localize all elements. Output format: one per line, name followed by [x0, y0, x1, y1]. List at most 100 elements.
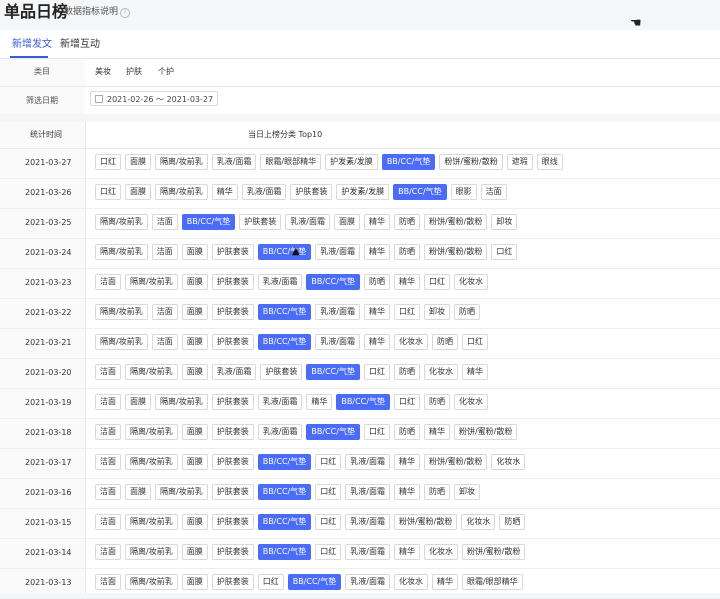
- category-tag-highlighted[interactable]: BB/CC/气垫: [336, 394, 390, 410]
- category-tag[interactable]: 乳液/面霜: [211, 154, 257, 170]
- category-tag[interactable]: 乳液/面霜: [211, 364, 257, 380]
- category-tag[interactable]: 防晒: [393, 214, 420, 230]
- data-metrics-help-link[interactable]: 数据指标说明?: [64, 6, 131, 18]
- category-tag[interactable]: 护肤套装: [211, 514, 254, 530]
- category-tag[interactable]: 护肤套装: [290, 184, 333, 200]
- category-tag[interactable]: 面膜: [333, 214, 360, 230]
- category-tag[interactable]: 防晒: [393, 244, 420, 260]
- category-tag[interactable]: 化妆水: [453, 274, 488, 290]
- category-tag[interactable]: 眼影: [450, 184, 477, 200]
- category-tag[interactable]: 精华: [393, 454, 420, 470]
- category-tag[interactable]: 洁面: [95, 544, 121, 560]
- category-tag[interactable]: 面膜: [181, 304, 208, 320]
- category-tag-highlighted[interactable]: BB/CC/气垫: [306, 424, 360, 440]
- category-tag[interactable]: 防晒: [363, 274, 390, 290]
- category-tag[interactable]: 护肤套装: [211, 304, 254, 320]
- category-tag[interactable]: 口红: [95, 184, 121, 200]
- category-tag[interactable]: 隔离/妆前乳: [95, 244, 148, 260]
- category-tag-highlighted[interactable]: BB/CC/气垫: [257, 514, 312, 530]
- category-tag[interactable]: 粉饼/蜜粉/散粉: [453, 424, 518, 440]
- category-tag[interactable]: 粉饼/蜜粉/散粉: [393, 514, 458, 530]
- category-tag[interactable]: 防晒: [453, 304, 480, 320]
- category-tag[interactable]: 精华: [363, 244, 390, 260]
- category-tag-highlighted[interactable]: BB/CC/气垫: [393, 184, 447, 200]
- category-tag[interactable]: 洁面: [95, 484, 121, 500]
- category-tag-highlighted[interactable]: BB/CC/气垫: [257, 544, 312, 560]
- category-tag[interactable]: 粉饼/蜜粉/散粉: [423, 454, 488, 470]
- category-tag[interactable]: 乳液/面霜: [345, 484, 390, 500]
- category-tag[interactable]: 洁面: [95, 424, 121, 440]
- category-tag[interactable]: 精华: [363, 334, 390, 350]
- category-tag[interactable]: 化妆水: [453, 394, 488, 410]
- category-tag[interactable]: 精华: [306, 394, 333, 410]
- category-tag-highlighted[interactable]: BB/CC/气垫: [257, 454, 312, 470]
- category-tag[interactable]: 口红: [315, 514, 342, 530]
- category-tag[interactable]: 护肤套装: [239, 214, 282, 230]
- category-tag[interactable]: 乳液/面霜: [241, 184, 287, 200]
- category-tag-highlighted[interactable]: BB/CC/气垫: [257, 334, 312, 350]
- category-tag[interactable]: 精华: [431, 574, 458, 590]
- category-tag[interactable]: 防晒: [431, 334, 458, 350]
- category-tag-highlighted[interactable]: BB/CC/气垫: [287, 574, 342, 590]
- category-tag[interactable]: 隔离/妆前乳: [125, 544, 178, 560]
- category-tag[interactable]: 乳液/面霜: [345, 574, 390, 590]
- category-tag[interactable]: 口红: [461, 334, 488, 350]
- category-tag[interactable]: 护肤套装: [211, 394, 254, 410]
- category-tag[interactable]: 洁面: [95, 514, 121, 530]
- category-tag-highlighted[interactable]: BB/CC/气垫: [381, 154, 436, 170]
- category-tag[interactable]: 面膜: [125, 154, 151, 170]
- category-tag[interactable]: 隔离/妆前乳: [125, 514, 178, 530]
- category-tag[interactable]: 洁面: [151, 304, 178, 320]
- category-tag[interactable]: 化妆水: [461, 514, 496, 530]
- category-tag[interactable]: 精华: [363, 214, 390, 230]
- category-tag[interactable]: 乳液/面霜: [315, 244, 360, 260]
- category-tag[interactable]: 眼线: [536, 154, 563, 170]
- category-tag[interactable]: 眼霜/眼部精华: [260, 154, 322, 170]
- category-tag[interactable]: 化妆水: [393, 574, 428, 590]
- category-tag[interactable]: 洁面: [95, 274, 121, 290]
- category-tag[interactable]: 隔离/妆前乳: [125, 274, 178, 290]
- category-tag[interactable]: 面膜: [181, 514, 208, 530]
- category-tag[interactable]: 精华: [461, 364, 488, 380]
- category-tag-highlighted[interactable]: BB/CC/气垫: [257, 484, 312, 500]
- category-tag[interactable]: 乳液/面霜: [345, 544, 390, 560]
- category-tag[interactable]: 面膜: [181, 334, 208, 350]
- category-tag[interactable]: 口红: [315, 454, 342, 470]
- category-tag[interactable]: 面膜: [125, 184, 151, 200]
- category-tag[interactable]: 隔离/妆前乳: [155, 184, 208, 200]
- category-tag[interactable]: 洁面: [95, 574, 121, 590]
- tab-new-posts[interactable]: 新增发文: [12, 38, 52, 52]
- category-tag[interactable]: 遮瑕: [506, 154, 533, 170]
- category-tag[interactable]: 乳液/面霜: [257, 274, 303, 290]
- category-tag[interactable]: 精华: [393, 484, 420, 500]
- category-tag[interactable]: 隔离/妆前乳: [125, 574, 178, 590]
- category-tag[interactable]: 洁面: [95, 454, 121, 470]
- category-tag[interactable]: 防晒: [393, 424, 420, 440]
- category-tag[interactable]: 洁面: [151, 214, 178, 230]
- question-circle-icon[interactable]: ?: [120, 8, 131, 18]
- category-tag[interactable]: 精华: [393, 274, 420, 290]
- category-tag[interactable]: 护肤套装: [211, 484, 254, 500]
- category-tag[interactable]: 乳液/面霜: [345, 514, 390, 530]
- category-tag[interactable]: 隔离/妆前乳: [125, 424, 178, 440]
- category-tag[interactable]: 护肤套装: [211, 334, 254, 350]
- category-tag-highlighted[interactable]: BB/CC/气垫: [306, 274, 360, 290]
- category-tag[interactable]: 口红: [393, 304, 420, 320]
- category-tag[interactable]: 口红: [423, 274, 450, 290]
- category-tag[interactable]: 精华: [423, 424, 450, 440]
- category-tag[interactable]: 乳液/面霜: [257, 424, 303, 440]
- category-tag[interactable]: 隔离/妆前乳: [95, 304, 148, 320]
- category-tag[interactable]: 面膜: [181, 424, 208, 440]
- category-tag[interactable]: 面膜: [181, 364, 208, 380]
- category-tag[interactable]: 护肤套装: [211, 274, 254, 290]
- category-tag[interactable]: 粉饼/蜜粉/散粉: [423, 244, 488, 260]
- category-tag[interactable]: 面膜: [181, 454, 208, 470]
- category-tag[interactable]: 隔离/妆前乳: [155, 484, 208, 500]
- category-tag[interactable]: 化妆水: [491, 454, 526, 470]
- category-tag[interactable]: 乳液/面霜: [315, 334, 360, 350]
- category-tag[interactable]: 隔离/妆前乳: [125, 454, 178, 470]
- category-tag[interactable]: 面膜: [181, 274, 208, 290]
- category-tag[interactable]: 洁面: [95, 364, 121, 380]
- category-tag[interactable]: 隔离/妆前乳: [95, 334, 148, 350]
- category-tag[interactable]: 隔离/妆前乳: [95, 214, 148, 230]
